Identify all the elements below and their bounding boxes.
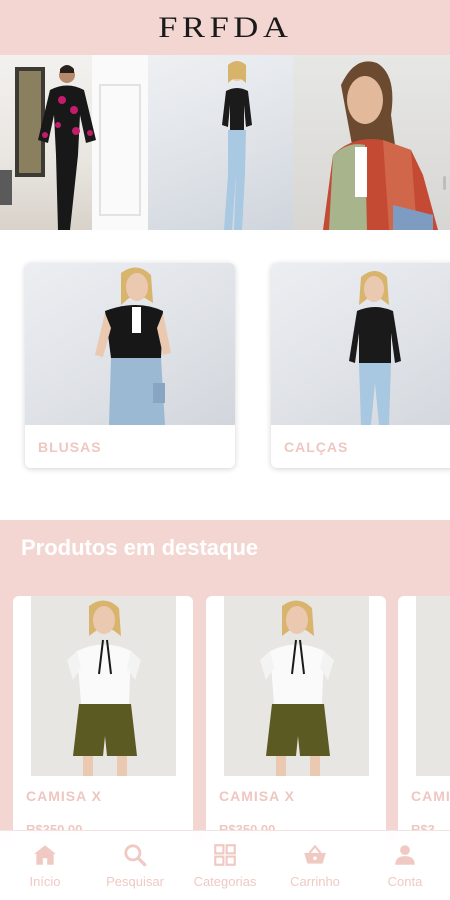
product-card[interactable]: CAMISA X R$350,00 xyxy=(13,596,193,846)
woman-light-jeans-photo xyxy=(349,271,401,425)
featured-title: Produtos em destaque xyxy=(21,535,259,560)
category-image xyxy=(25,263,235,425)
product-image xyxy=(224,596,369,776)
category-image xyxy=(271,263,450,425)
home-icon xyxy=(34,845,56,865)
product-name: CAMISA X xyxy=(26,788,102,804)
category-label: CALÇAS xyxy=(284,438,349,455)
product-name: CAMI xyxy=(411,788,450,804)
brand-logo[interactable]: FRFDA xyxy=(158,11,292,45)
app-screen: FRFDA BLUSAS CALÇAS Produtos em destaque… xyxy=(0,0,450,900)
woman-black-polo-top-photo xyxy=(95,267,171,425)
banner-photo-1[interactable] xyxy=(0,55,148,230)
category-label: BLUSAS xyxy=(38,438,102,455)
app-header: FRFDA xyxy=(0,0,450,55)
product-image xyxy=(416,596,450,776)
category-card-calcas[interactable]: CALÇAS xyxy=(271,263,450,468)
nav-item-inicio[interactable]: Início xyxy=(0,831,90,900)
nav-item-carrinho[interactable]: Carrinho xyxy=(270,831,360,900)
product-image xyxy=(31,596,176,776)
nav-label: Pesquisar xyxy=(106,874,164,889)
featured-products-section: Produtos em destaque CAMISA X R$350,00 xyxy=(0,520,450,846)
search-icon xyxy=(124,844,147,867)
woman-colorblock-jacket-photo xyxy=(323,61,438,230)
product-card[interactable]: CAMI R$3 xyxy=(398,596,450,846)
white-blouse-olive-shorts-photo xyxy=(67,600,141,776)
nav-label: Conta xyxy=(387,874,423,889)
hero-banner[interactable] xyxy=(0,55,450,230)
white-blouse-olive-shorts-photo xyxy=(260,600,334,776)
nav-item-conta[interactable]: Conta xyxy=(360,831,450,900)
banner-photo-2[interactable] xyxy=(148,55,293,230)
product-card[interactable]: CAMISA X R$350,00 xyxy=(206,596,386,846)
basket-icon xyxy=(304,844,326,864)
grid-icon xyxy=(214,844,236,866)
woman-black-floral-jumpsuit-photo xyxy=(0,55,148,230)
category-card-blusas[interactable]: BLUSAS xyxy=(25,263,235,468)
product-name: CAMISA X xyxy=(219,788,295,804)
nav-item-categorias[interactable]: Categorias xyxy=(180,831,270,900)
person-icon xyxy=(395,845,415,865)
nav-item-pesquisar[interactable]: Pesquisar xyxy=(90,831,180,900)
nav-label: Carrinho xyxy=(290,874,340,889)
bottom-navigation: Início Pesquisar Categorias Carrinho Con… xyxy=(0,830,450,900)
nav-label: Início xyxy=(29,874,61,889)
banner-photo-3[interactable] xyxy=(293,55,450,230)
woman-black-top-jeans-photo xyxy=(222,61,252,230)
banner-scroll-indicator[interactable] xyxy=(443,176,446,190)
categories-section: BLUSAS CALÇAS xyxy=(0,230,450,520)
nav-label: Categorias xyxy=(193,874,257,889)
